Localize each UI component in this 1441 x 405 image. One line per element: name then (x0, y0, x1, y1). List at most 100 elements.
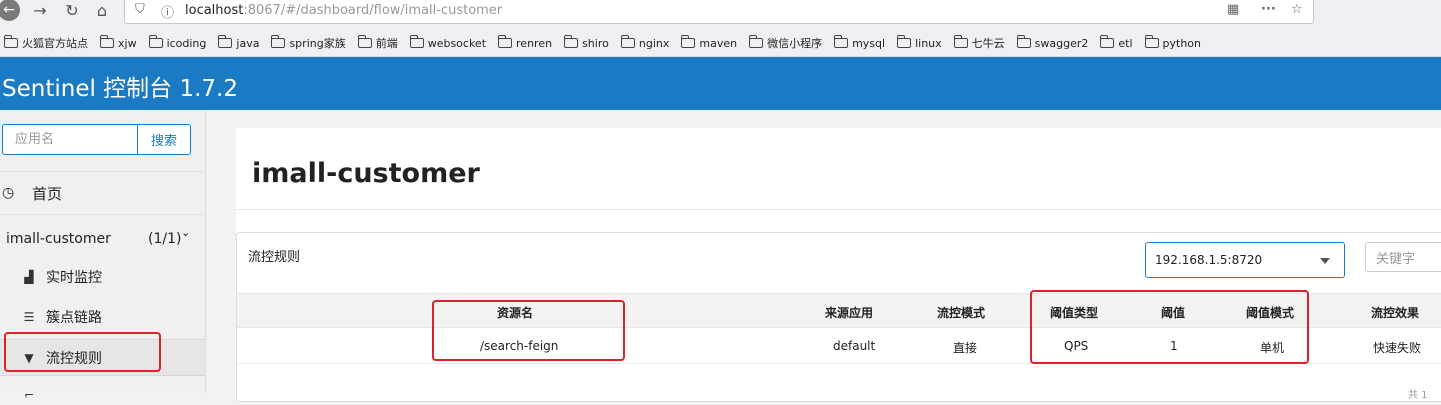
forward-icon[interactable]: → (30, 0, 50, 20)
bookmark-item[interactable]: swagger2 (1016, 35, 1088, 50)
sidebar-item-home[interactable]: ◷ 首页 (0, 182, 205, 204)
bookmark-item[interactable]: java (218, 35, 260, 50)
bookmark-label: java (236, 36, 260, 50)
table-header: 资源名 来源应用 流控模式 阈值类型 阈值 阈值模式 流控效果 (237, 293, 1441, 328)
sidebar-item-label: 实时监控 (46, 270, 102, 286)
bookmark-item[interactable]: 七牛云 (953, 35, 1005, 51)
bookmark-label: shiro (582, 36, 609, 50)
bookmark-label: renren (516, 36, 553, 50)
pagination-hint: 共 1 (1408, 390, 1428, 401)
bookmark-label: xjw (118, 36, 137, 50)
bookmark-label: websocket (427, 36, 487, 50)
shield-icon: ⌐ (23, 388, 35, 402)
column-header-cluster-mode: 阈值模式 (1246, 306, 1295, 320)
folder-icon (4, 35, 18, 48)
sidebar-item-label: 流控规则 (46, 350, 102, 367)
app-header: Sentinel 控制台 1.7.2 (0, 57, 1441, 110)
search-button[interactable]: 搜索 (137, 124, 191, 155)
folder-icon (409, 35, 424, 48)
column-header-mode: 流控模式 (937, 306, 986, 320)
flow-rules-panel: 流控规则 192.168.1.5:8720 关键字 资源名 来源应用 流控模式 … (236, 232, 1441, 402)
bookmark-label: python (1162, 36, 1202, 50)
info-icon[interactable]: ⓘ (161, 2, 174, 21)
bookmark-label: 微信小程序 (767, 37, 823, 50)
bookmark-item[interactable]: 火狐官方站点 (4, 35, 88, 51)
bookmark-label: linux (915, 36, 942, 50)
filter-icon: ▼ (24, 350, 34, 365)
sidebar-item-flow-rules[interactable]: ▼ 流控规则 (0, 339, 205, 376)
folder-icon (498, 35, 513, 48)
bookmark-label: spring家族 (289, 37, 346, 50)
app-title[interactable]: Sentinel 控制台 1.7.2 (2, 69, 238, 103)
caret-down-icon (1320, 258, 1330, 264)
folder-icon (148, 35, 163, 48)
bookmark-item[interactable]: mysql (834, 35, 886, 50)
chevron-down-icon: ⌄ (181, 226, 191, 239)
dashboard-icon: ◷ (2, 185, 15, 201)
bookmark-item[interactable]: websocket (409, 35, 487, 50)
folder-icon (834, 35, 849, 48)
qr-code-icon[interactable]: ▦ (1227, 2, 1239, 17)
bookmark-item[interactable]: icoding (148, 35, 207, 50)
bookmark-item[interactable]: etl (1100, 35, 1133, 50)
panel-title: 流控规则 (248, 250, 301, 265)
bookmark-item[interactable]: linux (897, 35, 942, 50)
column-header-resource: 资源名 (497, 306, 534, 320)
reload-icon[interactable]: ↻ (62, 0, 82, 20)
sidebar-item-label: 簇点链路 (46, 310, 102, 326)
folder-icon (357, 35, 372, 48)
bookmark-item[interactable]: 前端 (357, 35, 398, 51)
bookmark-star-icon[interactable]: ☆ (1291, 2, 1303, 17)
bookmark-label: nginx (638, 36, 670, 50)
keyword-input[interactable]: 关键字 (1365, 242, 1441, 272)
column-header-count: 阈值 (1161, 306, 1186, 320)
divider (236, 209, 1441, 210)
app-search-input[interactable] (2, 124, 138, 155)
folder-icon (749, 35, 764, 48)
bookmark-item[interactable]: renren (498, 35, 553, 50)
bookmark-item[interactable]: 微信小程序 (749, 35, 822, 51)
sidebar: 搜索 ◷ 首页 imall-customer (1/1) ⌄ ▟ 实时监控 ☰ … (0, 110, 206, 402)
cell-count: 1 (1170, 339, 1178, 353)
folder-icon (620, 35, 635, 48)
bookmark-item[interactable]: nginx (620, 35, 670, 50)
bookmark-item[interactable]: maven (681, 35, 737, 50)
folder-icon (897, 35, 912, 48)
home-icon[interactable]: ⌂ (92, 0, 112, 20)
page-title: imall-customer (252, 158, 480, 189)
divider (0, 214, 205, 215)
bookmark-item[interactable]: shiro (564, 35, 609, 50)
cell-cluster-mode: 单机 (1260, 341, 1285, 355)
app-name: imall-customer (6, 231, 111, 247)
folder-icon (1100, 35, 1115, 48)
cell-mode: 直接 (953, 341, 978, 355)
bookmark-label: icoding (166, 36, 207, 50)
address-bar[interactable]: ⛉ ⓘ localhost:8067/#/dashboard/flow/imal… (124, 0, 1314, 24)
bookmark-item[interactable]: xjw (100, 35, 137, 50)
sidebar-app-imall-customer[interactable]: imall-customer (1/1) ⌄ (0, 226, 205, 250)
sidebar-item-cluster-links[interactable]: ☰ 簇点链路 (0, 304, 205, 330)
bookmark-label: etl (1118, 36, 1133, 50)
bookmark-label: 七牛云 (971, 37, 1005, 50)
back-icon[interactable]: ← (0, 0, 20, 21)
column-header-grade: 阈值类型 (1050, 306, 1099, 320)
shield-icon: ⛉ (135, 2, 145, 17)
sidebar-item-label: 首页 (32, 184, 63, 203)
bookmark-item[interactable]: python (1144, 35, 1202, 50)
bookmark-label: 火狐官方站点 (22, 37, 88, 50)
main-content: imall-customer 流控规则 192.168.1.5:8720 关键字… (206, 110, 1441, 402)
sidebar-item-realtime-monitor[interactable]: ▟ 实时监控 (0, 264, 205, 290)
table-row: /search-feign default 直接 QPS 1 单机 快速失败 (237, 328, 1441, 364)
cell-origin: default (833, 339, 876, 353)
cell-resource: /search-feign (480, 339, 559, 353)
bookmark-item[interactable]: spring家族 (271, 35, 346, 51)
bar-chart-icon: ▟ (24, 270, 34, 284)
cell-grade: QPS (1064, 339, 1089, 353)
more-icon[interactable]: ··· (1261, 2, 1276, 17)
bookmarks-bar: 火狐官方站点 xjw icoding java spring家族 前端 websocket r… (0, 30, 1441, 57)
sidebar-item-next[interactable]: ⌐ (0, 385, 205, 405)
url-text: localhost:8067/#/dashboard/flow/imall-cu… (185, 3, 503, 18)
folder-icon (953, 35, 968, 48)
machine-select[interactable]: 192.168.1.5:8720 (1145, 242, 1345, 278)
bookmark-label: mysql (852, 36, 886, 50)
